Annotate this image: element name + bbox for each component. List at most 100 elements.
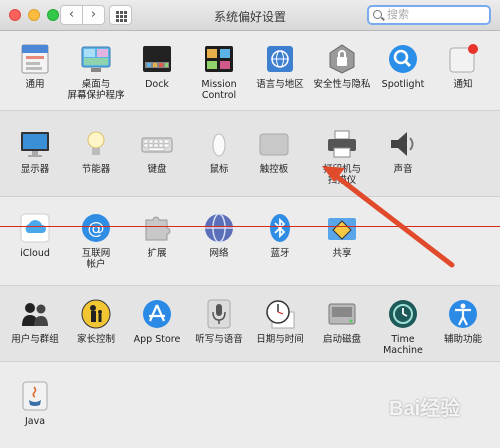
time-machine-icon xyxy=(387,298,419,330)
section-system: 用户与群组 家长控制 App Store 听写与语音 日期与时间 启动磁盘 Ti… xyxy=(0,286,500,362)
pref-network[interactable]: 网络 xyxy=(189,212,249,259)
pref-label: 安全性与隐私 xyxy=(313,79,371,90)
pref-label: 键盘 xyxy=(147,164,167,175)
pref-label: App Store xyxy=(133,334,181,345)
mission-control-icon xyxy=(203,43,235,75)
pref-label: Spotlight xyxy=(381,79,425,90)
pref-label: 节能器 xyxy=(81,164,111,175)
pref-trackpad[interactable]: 触控板 xyxy=(244,128,304,175)
pref-accessibility[interactable]: 辅助功能 xyxy=(433,298,493,345)
window-title: 系统偏好设置 xyxy=(213,10,286,24)
pref-label: 语言与地区 xyxy=(256,79,304,90)
pref-label: 辅助功能 xyxy=(443,334,482,345)
energy-saver-icon xyxy=(80,128,112,160)
java-icon xyxy=(19,380,51,412)
pref-label: Mission Control xyxy=(201,79,237,101)
startup-disk-icon xyxy=(326,298,358,330)
sharing-icon xyxy=(326,212,358,244)
pref-label: 通用 xyxy=(25,79,45,90)
icloud-icon xyxy=(19,212,51,244)
sound-icon xyxy=(387,128,419,160)
pref-extensions[interactable]: 扩展 xyxy=(127,212,187,259)
extensions-icon xyxy=(141,212,173,244)
pref-mouse[interactable]: 鼠标 xyxy=(189,128,249,175)
pref-label: 通知 xyxy=(453,79,473,90)
desktop-screensaver-icon xyxy=(80,43,112,75)
section-hardware: 显示器 节能器 键盘 鼠标 触控板 打印机与 扫描仪 声音 xyxy=(0,111,500,197)
general-icon xyxy=(19,43,51,75)
pref-label: 显示器 xyxy=(20,164,50,175)
pref-app-store[interactable]: App Store xyxy=(127,298,187,345)
notifications-icon xyxy=(447,43,479,75)
printers-scanners-icon xyxy=(326,128,358,160)
pref-sharing[interactable]: 共享 xyxy=(312,212,372,259)
pref-spotlight[interactable]: Spotlight xyxy=(373,43,433,90)
pref-label: 用户与群组 xyxy=(11,334,59,345)
search-field[interactable]: 搜索 xyxy=(367,5,491,25)
pref-general[interactable]: 通用 xyxy=(5,43,65,90)
pref-displays[interactable]: 显示器 xyxy=(5,128,65,175)
pref-label: 声音 xyxy=(393,164,413,175)
pref-label: Time Machine xyxy=(383,334,423,356)
pref-bluetooth[interactable]: 蓝牙 xyxy=(250,212,310,259)
zoom-window-button[interactable] xyxy=(47,9,59,21)
minimize-window-button[interactable] xyxy=(28,9,40,21)
pref-label: 打印机与 扫描仪 xyxy=(322,164,361,186)
pref-label: 触控板 xyxy=(259,164,289,175)
displays-icon xyxy=(19,128,51,160)
title-bar: ‹ › 系统偏好设置 搜索 xyxy=(0,0,500,31)
pref-label: 启动磁盘 xyxy=(322,334,361,345)
close-window-button[interactable] xyxy=(9,9,21,21)
pref-internet-accounts[interactable]: @ 互联网 帐户 xyxy=(66,212,126,270)
pref-label: 共享 xyxy=(332,248,352,259)
pref-sound[interactable]: 声音 xyxy=(373,128,433,175)
pref-label: 听写与语音 xyxy=(195,334,243,345)
pref-users-groups[interactable]: 用户与群组 xyxy=(5,298,65,345)
red-guide-line xyxy=(0,226,500,227)
pref-mission-control[interactable]: Mission Control xyxy=(189,43,249,101)
pref-parental-controls[interactable]: 家长控制 xyxy=(66,298,126,345)
language-region-icon xyxy=(264,43,296,75)
pref-label: 桌面与 屏幕保护程序 xyxy=(67,79,125,101)
pref-date-time[interactable]: 日期与时间 xyxy=(250,298,310,345)
pref-label: 日期与时间 xyxy=(256,334,304,345)
pref-label: 鼠标 xyxy=(209,164,229,175)
section-personal: 通用 桌面与 屏幕保护程序 Dock Mission Control 语言与地区… xyxy=(0,31,500,111)
dictation-speech-icon xyxy=(203,298,235,330)
pref-dock[interactable]: Dock xyxy=(127,43,187,90)
pref-keyboard[interactable]: 键盘 xyxy=(127,128,187,175)
forward-button[interactable]: › xyxy=(82,5,105,25)
pref-dictation-speech[interactable]: 听写与语音 xyxy=(189,298,249,345)
section-internet-wireless: iCloud @ 互联网 帐户 扩展 网络 蓝牙 共享 xyxy=(0,197,500,286)
pref-label: Java xyxy=(24,416,46,427)
network-icon xyxy=(203,212,235,244)
watermark: Bai经验 xyxy=(389,398,461,420)
bluetooth-icon xyxy=(264,212,296,244)
pref-desktop-screensaver[interactable]: 桌面与 屏幕保护程序 xyxy=(66,43,126,101)
app-store-icon xyxy=(141,298,173,330)
pref-icloud[interactable]: iCloud xyxy=(5,212,65,259)
spotlight-icon xyxy=(387,43,419,75)
pref-label: 网络 xyxy=(209,248,229,259)
keyboard-icon xyxy=(141,128,173,160)
pref-language-region[interactable]: 语言与地区 xyxy=(250,43,310,90)
search-icon xyxy=(373,10,382,19)
back-button[interactable]: ‹ xyxy=(60,5,83,25)
dock-icon xyxy=(141,43,173,75)
pref-time-machine[interactable]: Time Machine xyxy=(373,298,433,356)
pref-startup-disk[interactable]: 启动磁盘 xyxy=(312,298,372,345)
pref-energy-saver[interactable]: 节能器 xyxy=(66,128,126,175)
pref-printers-scanners[interactable]: 打印机与 扫描仪 xyxy=(312,128,372,186)
show-all-grid-button[interactable] xyxy=(109,5,132,25)
trackpad-icon xyxy=(258,128,290,160)
accessibility-icon xyxy=(447,298,479,330)
security-privacy-icon xyxy=(326,43,358,75)
mouse-icon xyxy=(203,128,235,160)
pref-notifications[interactable]: 通知 xyxy=(433,43,493,90)
internet-accounts-icon: @ xyxy=(80,212,112,244)
pref-java[interactable]: Java xyxy=(5,380,65,427)
pref-label: iCloud xyxy=(20,248,50,259)
pref-security-privacy[interactable]: 安全性与隐私 xyxy=(312,43,372,90)
pref-label: 互联网 帐户 xyxy=(81,248,111,270)
date-time-icon xyxy=(264,298,296,330)
